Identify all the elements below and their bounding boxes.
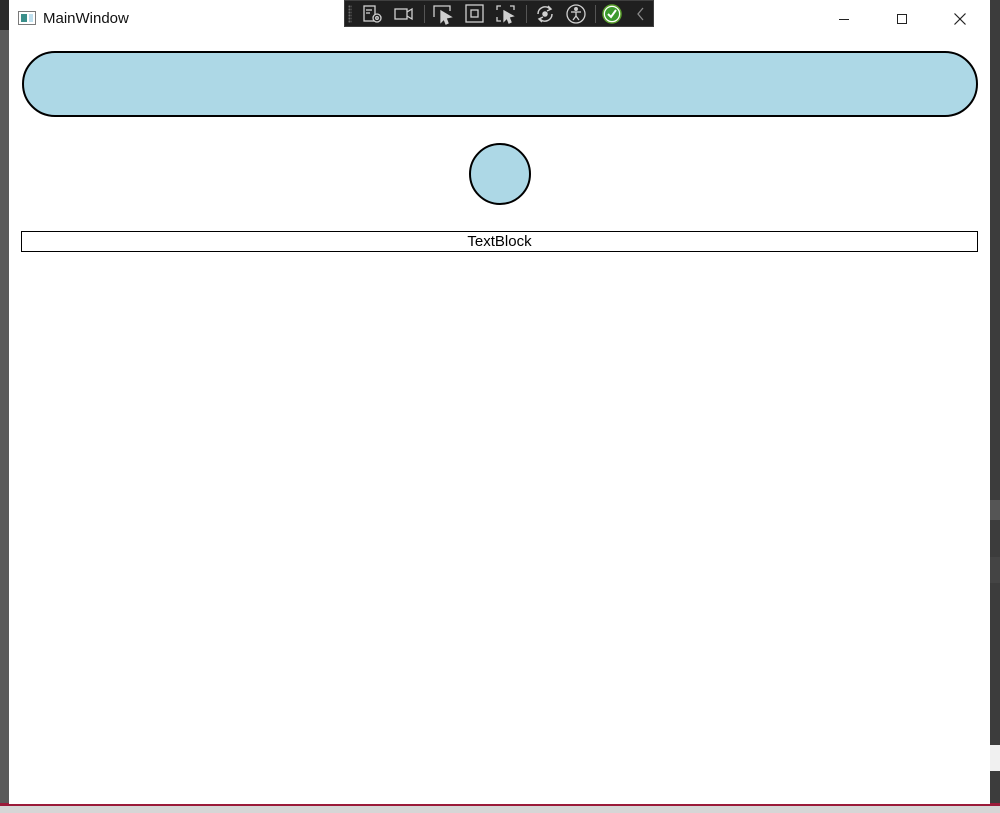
circle-shape — [469, 143, 531, 205]
toolbar-separator — [526, 5, 527, 23]
toolbar-grip-icon[interactable] — [348, 5, 352, 23]
desktop-background-mark — [990, 557, 1000, 583]
desktop-background-right — [990, 0, 1000, 813]
rounded-pill-shape — [22, 51, 978, 117]
taskbar-strip — [0, 806, 1000, 813]
track-focused-element-icon[interactable] — [494, 3, 518, 25]
maximize-button[interactable] — [873, 0, 931, 37]
wpf-debug-toolbar — [344, 0, 654, 27]
desktop-background-mark — [990, 745, 1000, 771]
window-title: MainWindow — [43, 10, 129, 27]
main-window: MainWindow TextBlock — [9, 0, 990, 804]
toolbar-separator — [424, 5, 425, 23]
toolbar-separator — [595, 5, 596, 23]
app-window-icon — [18, 11, 36, 25]
collapse-chevron-icon[interactable] — [629, 3, 653, 25]
minimize-button[interactable] — [815, 0, 873, 37]
live-visual-tree-icon[interactable] — [361, 3, 385, 25]
select-element-icon[interactable] — [431, 3, 455, 25]
textblock: TextBlock — [21, 231, 978, 252]
maximize-icon — [897, 13, 907, 24]
record-icon[interactable] — [392, 3, 416, 25]
desktop-background-mark — [990, 500, 1000, 520]
display-layout-adorners-icon[interactable] — [463, 3, 487, 25]
close-icon — [954, 12, 966, 25]
binding-ok-icon[interactable] — [600, 3, 624, 25]
close-button[interactable] — [931, 0, 989, 37]
minimize-icon — [839, 18, 849, 20]
hot-reload-icon[interactable] — [533, 3, 557, 25]
accessibility-icon[interactable] — [564, 3, 588, 25]
